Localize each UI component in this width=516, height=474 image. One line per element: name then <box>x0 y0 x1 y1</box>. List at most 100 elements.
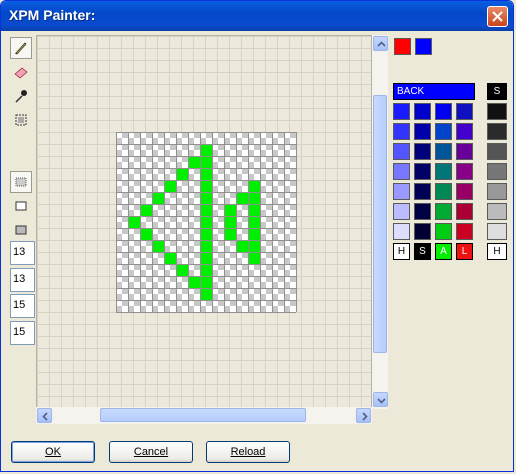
pixel-cell[interactable] <box>236 276 248 288</box>
pixel-cell[interactable] <box>248 264 260 276</box>
pixel-cell[interactable] <box>224 192 236 204</box>
scroll-left-button[interactable] <box>37 408 52 423</box>
pixel-cell[interactable] <box>236 300 248 312</box>
pixel-cell[interactable] <box>164 276 176 288</box>
pixel-cell[interactable] <box>152 216 164 228</box>
pixel-cell[interactable] <box>200 192 212 204</box>
pixel-cell[interactable] <box>200 204 212 216</box>
pixel-cell[interactable] <box>164 252 176 264</box>
pixel-cell[interactable] <box>164 300 176 312</box>
pixel-cell[interactable] <box>140 252 152 264</box>
pixel-cell[interactable] <box>200 228 212 240</box>
pixel-cell[interactable] <box>128 252 140 264</box>
pixel-cell[interactable] <box>152 264 164 276</box>
pixel-cell[interactable] <box>248 288 260 300</box>
pixel-cell[interactable] <box>248 192 260 204</box>
s-toggle-label[interactable]: S <box>414 243 431 260</box>
pixel-cell[interactable] <box>140 264 152 276</box>
pixel-cell[interactable] <box>116 156 128 168</box>
pixel-cell[interactable] <box>116 288 128 300</box>
pixel-cell[interactable] <box>140 276 152 288</box>
palette-swatch[interactable] <box>393 143 410 160</box>
pixel-cell[interactable] <box>140 192 152 204</box>
pixel-cell[interactable] <box>128 216 140 228</box>
pixel-cell[interactable] <box>176 276 188 288</box>
pixel-cell[interactable] <box>188 264 200 276</box>
palette-swatch[interactable] <box>414 123 431 140</box>
pixel-cell[interactable] <box>152 276 164 288</box>
pixel-cell[interactable] <box>284 252 296 264</box>
pixel-cell[interactable] <box>236 264 248 276</box>
gray-swatch[interactable] <box>487 183 507 200</box>
pixel-cell[interactable] <box>284 168 296 180</box>
palette-swatch[interactable] <box>456 103 473 120</box>
close-button[interactable] <box>487 6 508 27</box>
eraser-tool[interactable] <box>10 61 32 83</box>
pixel-cell[interactable] <box>212 300 224 312</box>
pixel-cell[interactable] <box>284 228 296 240</box>
pixel-cell[interactable] <box>212 180 224 192</box>
cancel-button[interactable]: Cancel <box>109 441 193 463</box>
pixel-cell[interactable] <box>260 228 272 240</box>
l-label[interactable]: L <box>456 243 473 260</box>
palette-swatch[interactable] <box>435 183 452 200</box>
pixel-cell[interactable] <box>200 144 212 156</box>
pixel-cell[interactable] <box>200 240 212 252</box>
pixel-cell[interactable] <box>284 144 296 156</box>
gray-swatch[interactable] <box>487 163 507 180</box>
pixel-cell[interactable] <box>284 180 296 192</box>
pixel-cell[interactable] <box>164 240 176 252</box>
pixel-cell[interactable] <box>164 168 176 180</box>
pixel-cell[interactable] <box>260 204 272 216</box>
pixel-cell[interactable] <box>224 132 236 144</box>
palette-swatch[interactable] <box>393 103 410 120</box>
pixel-cell[interactable] <box>224 240 236 252</box>
pixel-cell[interactable] <box>272 300 284 312</box>
pixel-cell[interactable] <box>272 144 284 156</box>
pixel-cell[interactable] <box>152 168 164 180</box>
pixel-cell[interactable] <box>212 276 224 288</box>
pixel-cell[interactable] <box>140 168 152 180</box>
pixel-cell[interactable] <box>272 288 284 300</box>
horizontal-scrollbar[interactable] <box>36 407 372 424</box>
pixel-cell[interactable] <box>116 252 128 264</box>
pixel-cell[interactable] <box>140 216 152 228</box>
width-field[interactable]: 13 <box>10 241 35 265</box>
scroll-right-button[interactable] <box>356 408 371 423</box>
pixel-cell[interactable] <box>128 168 140 180</box>
pixel-cell[interactable] <box>260 132 272 144</box>
pixel-cell[interactable] <box>128 156 140 168</box>
select-tool[interactable] <box>10 109 32 131</box>
pixel-cell[interactable] <box>164 156 176 168</box>
pixel-cell[interactable] <box>236 132 248 144</box>
pixel-cell[interactable] <box>272 228 284 240</box>
palette-swatch[interactable] <box>393 183 410 200</box>
pixel-cell[interactable] <box>224 180 236 192</box>
pixel-cell[interactable] <box>116 228 128 240</box>
pixel-cell[interactable] <box>116 144 128 156</box>
pixel-cell[interactable] <box>140 132 152 144</box>
palette-swatch[interactable] <box>456 163 473 180</box>
palette-swatch[interactable] <box>435 203 452 220</box>
title-bar[interactable]: XPM Painter: <box>1 1 513 31</box>
pixel-cell[interactable] <box>260 276 272 288</box>
palette-swatch[interactable] <box>456 223 473 240</box>
pixel-cell[interactable] <box>116 300 128 312</box>
pixel-cell[interactable] <box>284 216 296 228</box>
pixel-cell[interactable] <box>140 144 152 156</box>
pixel-cell[interactable] <box>212 252 224 264</box>
pixel-cell[interactable] <box>212 240 224 252</box>
pixel-cell[interactable] <box>260 252 272 264</box>
pixel-cell[interactable] <box>200 216 212 228</box>
palette-swatch[interactable] <box>393 163 410 180</box>
palette-swatch[interactable] <box>393 123 410 140</box>
picker-tool[interactable] <box>10 85 32 107</box>
pixel-cell[interactable] <box>140 156 152 168</box>
pixel-cell[interactable] <box>116 216 128 228</box>
pixel-cell[interactable] <box>152 252 164 264</box>
pixel-cell[interactable] <box>188 288 200 300</box>
pixel-cell[interactable] <box>248 204 260 216</box>
pixel-cell[interactable] <box>176 192 188 204</box>
pixel-cell[interactable] <box>248 144 260 156</box>
pixel-cell[interactable] <box>236 180 248 192</box>
